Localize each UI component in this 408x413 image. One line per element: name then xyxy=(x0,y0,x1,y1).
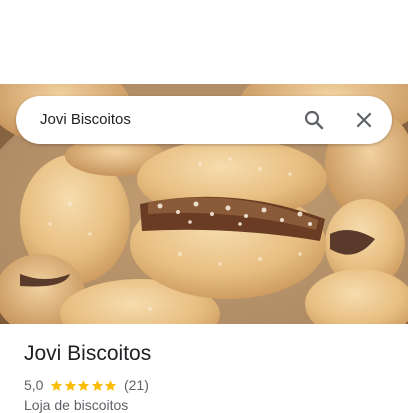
star-icon xyxy=(51,379,63,391)
star-icon xyxy=(78,379,90,391)
star-icon xyxy=(64,379,77,391)
clear-search-button[interactable] xyxy=(350,106,378,134)
place-category: Loja de biscoitos xyxy=(24,397,129,413)
star-icon xyxy=(105,379,117,391)
search-query[interactable]: Jovi Biscoitos xyxy=(40,96,131,144)
rating-row[interactable]: 5,0 (21) xyxy=(24,376,149,394)
top-blank-area xyxy=(0,0,408,84)
search-button[interactable] xyxy=(300,106,328,134)
place-title: Jovi Biscoitos xyxy=(24,342,152,365)
star-icon xyxy=(91,379,104,391)
search-icon xyxy=(304,110,324,130)
review-count[interactable]: (21) xyxy=(124,377,149,393)
rating-value: 5,0 xyxy=(24,377,44,393)
close-icon xyxy=(356,112,372,128)
rating-stars xyxy=(50,379,118,392)
search-bar[interactable]: Jovi Biscoitos xyxy=(16,96,392,144)
